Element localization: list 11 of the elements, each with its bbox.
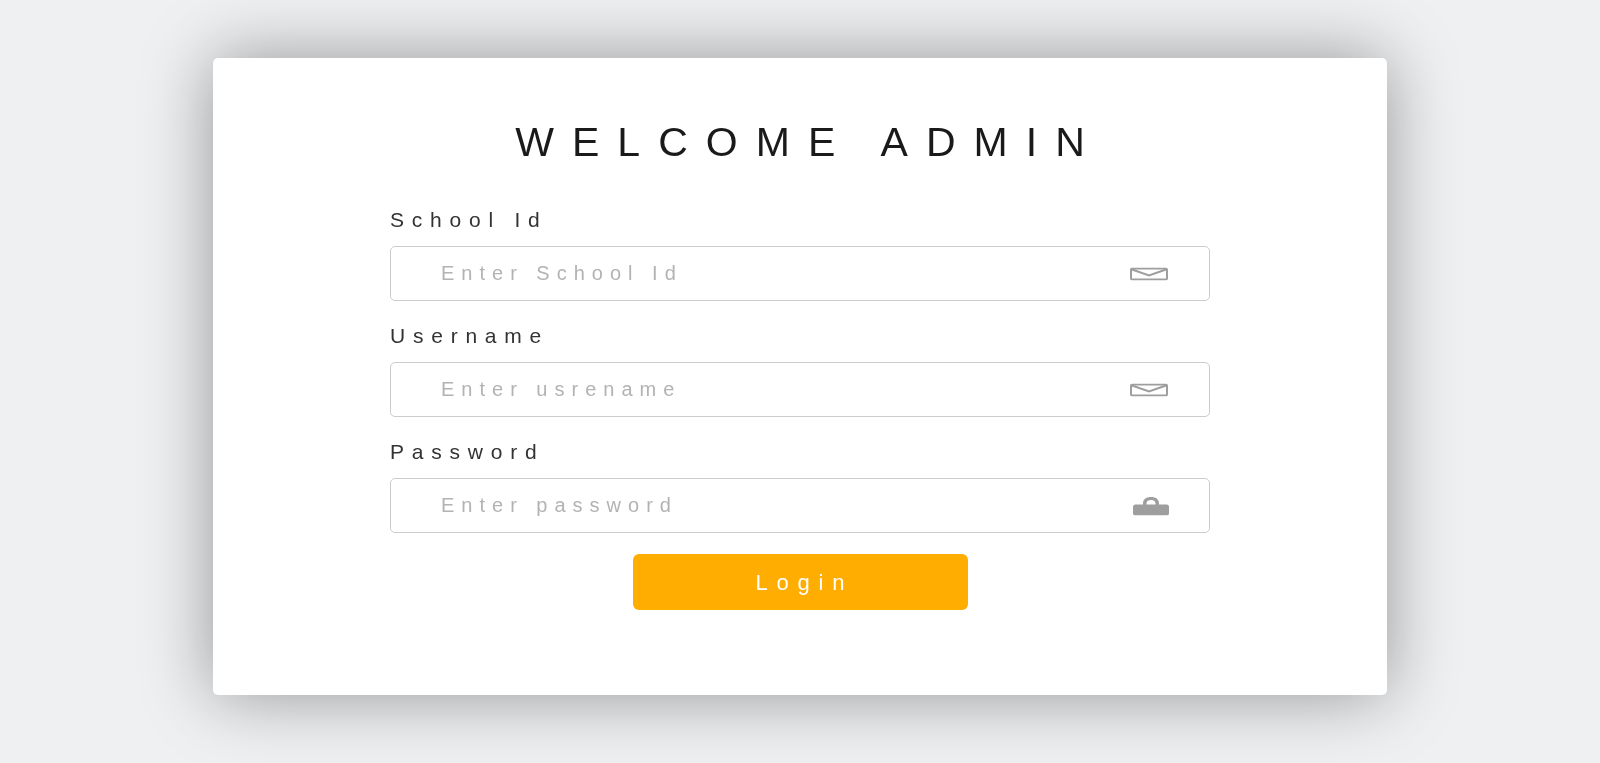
field-label: Username: [390, 324, 550, 348]
envelope-icon: [1130, 383, 1168, 396]
field-label: School Id: [390, 208, 548, 232]
lock-icon: [1133, 496, 1169, 515]
welcome-title: WELCOME ADMIN: [514, 118, 1103, 166]
envelope-icon: [1130, 267, 1168, 280]
input-field[interactable]: Enter School Id: [390, 246, 1210, 301]
input-field[interactable]: Enter usrename: [390, 362, 1210, 417]
login-button[interactable]: Login: [632, 554, 968, 610]
input-field[interactable]: Enter password: [390, 478, 1210, 533]
field-label: Password: [390, 440, 545, 464]
